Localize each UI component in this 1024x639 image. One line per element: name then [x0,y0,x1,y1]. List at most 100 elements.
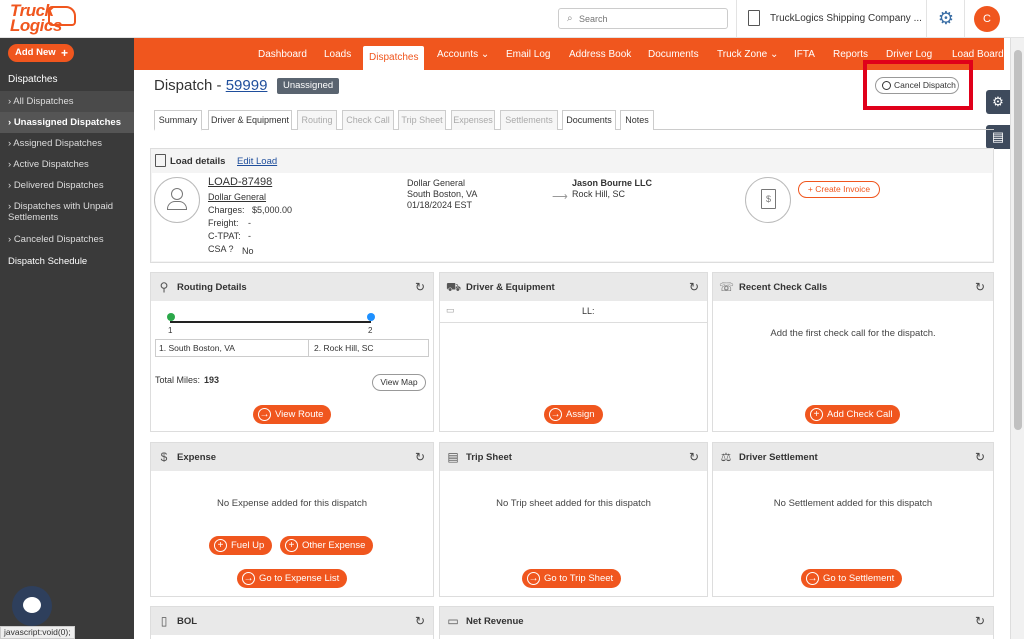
nav-accounts[interactable]: Accounts ⌄ [437,38,489,70]
refresh-icon[interactable]: ↻ [689,450,699,464]
pickup-city: South Boston, VA [407,189,478,199]
revenue-icon: ▭ [447,614,459,628]
refresh-icon[interactable]: ↻ [975,614,985,628]
view-route-button[interactable]: → View Route [253,405,332,424]
refresh-icon[interactable]: ↻ [689,280,699,294]
sidebar: Add New + Dispatches › All Dispatches › … [0,38,134,639]
other-expense-button[interactable]: + Other Expense [280,536,374,555]
nav-address-book[interactable]: Address Book [569,38,631,70]
chat-widget-button[interactable] [12,586,52,626]
nav-loads[interactable]: Loads [324,38,351,70]
sidebar-item-active-dispatches[interactable]: › Active Dispatches [0,154,134,175]
pickup-name: Dollar General [407,178,466,188]
route-line [170,321,371,323]
map-pin-blue-icon [367,313,375,323]
go-to-settlement-button[interactable]: → Go to Settlement [801,569,903,588]
map-pin-green-icon [167,313,175,323]
total-miles-value: 193 [204,375,220,385]
invoice-icon: $ [745,177,791,223]
tab-summary[interactable]: Summary [154,110,202,131]
tab-routing[interactable]: Routing [297,110,337,130]
route-icon: ⚲ [159,280,169,294]
refresh-icon[interactable]: ↻ [415,614,425,628]
truck-logo-icon [48,6,76,26]
sidebar-item-all-dispatches[interactable]: › All Dispatches [0,91,134,112]
refresh-icon[interactable]: ↻ [415,450,425,464]
sidebar-item-unassigned-dispatches[interactable]: › Unassigned Dispatches [0,112,134,133]
refresh-icon[interactable]: ↻ [975,280,985,294]
highlight-box [863,60,973,110]
nav-truck-zone[interactable]: Truck Zone ⌄ [717,38,778,70]
edit-load-link[interactable]: Edit Load [237,156,277,167]
status-bar-url: javascript:void(0); [0,626,75,639]
status-badge: Unassigned [277,78,340,94]
company-name: TruckLogics Shipping Company ... [770,13,922,24]
dispatch-settings-gear-icon[interactable]: ⚙ [986,90,1010,114]
user-avatar[interactable]: C [974,6,1000,32]
plus-icon: + [60,46,68,60]
money-bag-icon: $ [160,450,168,464]
search-icon: ⌕ [567,13,573,24]
go-to-expense-list-button[interactable]: → Go to Expense List [237,569,348,588]
arrow-right-icon: ⟶ [552,191,568,203]
scrollbar-thumb[interactable] [1014,50,1022,430]
page-title: Dispatch - 59999 [154,77,268,94]
charges-value: $5,000.00 [252,205,293,215]
company-selector[interactable]: TruckLogics Shipping Company ... [748,9,922,29]
settlement-icon: ⚖ [720,450,732,464]
nav-documents[interactable]: Documents [648,38,699,70]
sidebar-item-canceled-dispatches[interactable]: › Canceled Dispatches [0,229,134,250]
divider [736,0,737,38]
phone-icon: ☏ [719,280,735,294]
delivery-name: Jason Bourne LLC [572,178,653,188]
sidebar-item-unpaid-settlements[interactable]: › Dispatches with Unpaid Settlements [0,196,134,229]
tab-settlements[interactable]: Settlements [500,110,558,130]
stops-table: 1. South Boston, VA 2. Rock Hill, SC [155,339,429,357]
nav-dispatches[interactable]: Dispatches [363,46,425,70]
trip-sheet-icon: ▤ [447,450,459,464]
refresh-icon[interactable]: ↻ [415,280,425,294]
settings-gear-icon[interactable]: ⚙ [936,8,956,28]
customer-link[interactable]: Dollar General [208,192,266,202]
load-number-link[interactable]: LOAD-87498 [208,176,272,188]
add-new-button[interactable]: Add New + [8,44,74,62]
create-invoice-button[interactable]: + Create Invoice [798,181,880,198]
search-input[interactable] [579,12,724,26]
refresh-icon[interactable]: ↻ [975,450,985,464]
dispatch-number-link[interactable]: 59999 [226,77,268,94]
pickup-date: 01/18/2024 EST [407,200,473,210]
tab-trip-sheet[interactable]: Trip Sheet [398,110,446,130]
tab-documents[interactable]: Documents [562,110,616,130]
tab-expenses[interactable]: Expenses [451,110,495,130]
view-map-button[interactable]: View Map [372,374,426,391]
divider [964,0,965,38]
stop-1: 1. South Boston, VA [156,340,309,356]
net-revenue-panel: ▭ Net Revenue ↻ [439,606,994,639]
sidebar-section-dispatches[interactable]: Dispatches [8,74,57,85]
bol-panel: ▯ BOL ↻ [150,606,434,639]
truck-icon: ⛟ [446,280,462,294]
search-box[interactable]: ⌕ [558,8,728,29]
building-icon [748,10,760,26]
add-check-call-button[interactable]: + Add Check Call [805,405,901,424]
stop-2: 2. Rock Hill, SC [314,343,374,353]
assign-button[interactable]: → Assign [544,405,603,424]
tab-driver-equipment[interactable]: Driver & Equipment [208,110,292,130]
top-header: Truck Logics ⌕ TruckLogics Shipping Comp… [0,0,1024,38]
clipboard-icon [155,154,166,167]
nav-email-log[interactable]: Email Log [506,38,550,70]
go-to-trip-sheet-button[interactable]: → Go to Trip Sheet [522,569,622,588]
vertical-scrollbar[interactable] [1010,38,1024,639]
sidebar-item-dispatch-schedule[interactable]: Dispatch Schedule [8,256,87,267]
tab-notes[interactable]: Notes [620,110,654,130]
fuel-up-button[interactable]: + Fuel Up [209,536,273,555]
sidebar-list: › All Dispatches › Unassigned Dispatches… [0,91,134,250]
nav-ifta[interactable]: IFTA [794,38,815,70]
sidebar-item-assigned-dispatches[interactable]: › Assigned Dispatches [0,133,134,154]
divider [926,0,927,38]
tab-check-call[interactable]: Check Call [342,110,394,130]
sidebar-item-delivered-dispatches[interactable]: › Delivered Dispatches [0,175,134,196]
nav-dashboard[interactable]: Dashboard [258,38,307,70]
trucklogics-logo[interactable]: Truck Logics [8,2,78,36]
delivery-city: Rock Hill, SC [572,189,626,199]
